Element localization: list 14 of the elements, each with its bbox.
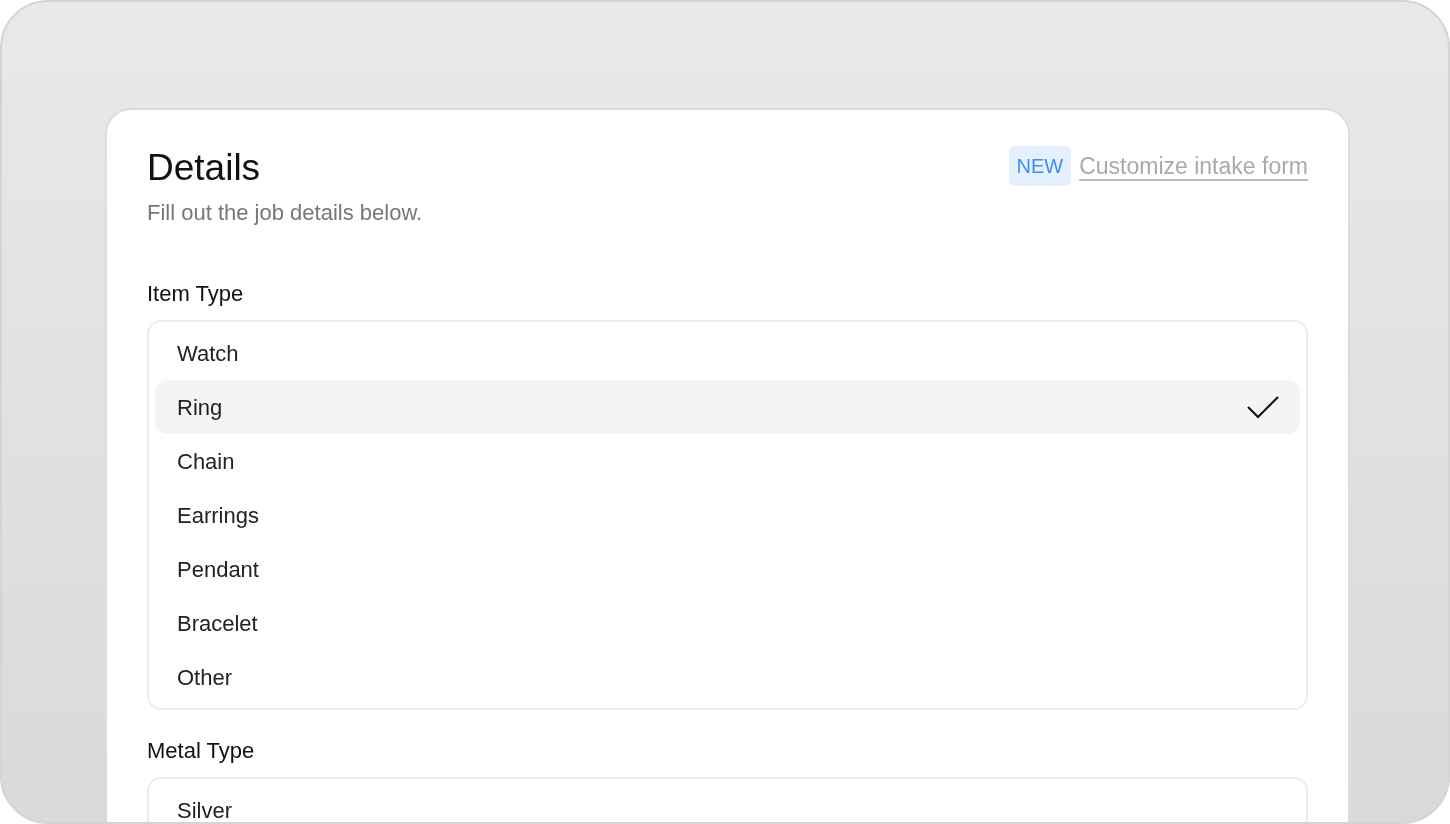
card-title: Details	[147, 146, 262, 190]
option-item[interactable]: Earrings	[155, 488, 1300, 543]
field-label: Metal Type	[147, 737, 256, 766]
field-label: Item Type	[147, 280, 245, 309]
new-badge: NEW	[1008, 146, 1072, 186]
option-item[interactable]: Watch	[155, 326, 1300, 381]
option-item[interactable]: Other	[155, 650, 1300, 705]
option-item[interactable]: Ring	[155, 380, 1300, 435]
option-item[interactable]: Chain	[155, 434, 1300, 489]
option-item[interactable]: Bracelet	[155, 596, 1300, 651]
option-item[interactable]: Pendant	[155, 542, 1300, 597]
checkmark-icon	[1246, 394, 1280, 421]
option-item[interactable]: Silver	[155, 783, 1300, 822]
card-subtitle: Fill out the job details below.	[147, 199, 423, 228]
